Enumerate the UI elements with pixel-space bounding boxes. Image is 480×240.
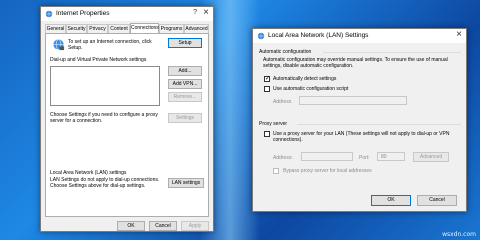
proxy-heading: Proxy server (259, 121, 288, 127)
tab-connections[interactable]: Connections (130, 23, 159, 33)
internet-globe-icon (45, 10, 53, 18)
internet-properties-window: Internet Properties ? × General Security… (40, 6, 214, 232)
port-label: Port: (359, 155, 370, 161)
auto-detect-label: Automatically detect settings (273, 76, 337, 82)
auto-config-description: Automatic configuration may override man… (263, 57, 448, 69)
use-proxy-label: Use a proxy server for your LAN (These s… (273, 131, 450, 143)
network-globe-icon (53, 39, 65, 51)
remove-button[interactable]: Remove... (168, 92, 202, 102)
tab-security[interactable]: Security (66, 24, 87, 33)
connections-list[interactable] (50, 66, 160, 106)
close-button[interactable]: × (203, 7, 209, 18)
tab-general[interactable]: General (45, 24, 66, 33)
lan-cancel-button[interactable]: Cancel (417, 195, 457, 206)
tab-privacy[interactable]: Privacy (87, 24, 108, 33)
proxy-divider (297, 124, 461, 125)
title-bar[interactable]: Internet Properties ? × (41, 7, 213, 21)
ok-button[interactable]: OK (117, 221, 145, 231)
proxy-address-label: Address: (273, 155, 293, 161)
use-proxy-checkbox[interactable] (264, 131, 270, 137)
port-input[interactable]: 80 (377, 152, 405, 161)
port-value: 80 (381, 154, 387, 160)
cancel-button[interactable]: Cancel (149, 221, 177, 231)
use-script-label: Use automatic configuration script (273, 86, 349, 92)
add-vpn-button[interactable]: Add VPN... (168, 79, 202, 89)
setup-description: To set up an Internet connection, click … (68, 39, 152, 51)
add-button[interactable]: Add... (168, 66, 202, 76)
use-script-checkbox[interactable] (264, 86, 270, 92)
tab-content[interactable]: Content (108, 24, 130, 33)
setup-button[interactable]: Setup (168, 38, 202, 48)
bypass-checkbox[interactable] (273, 168, 279, 174)
lan-close-button[interactable]: × (456, 29, 462, 40)
proxy-address-input[interactable] (301, 152, 353, 161)
script-address-label: Address (273, 99, 292, 105)
check-icon: ✓ (265, 76, 271, 82)
lan-description: LAN Settings do not apply to dial-up con… (50, 177, 160, 189)
lan-settings-button[interactable]: LAN settings (168, 178, 204, 188)
script-address-input[interactable] (299, 96, 407, 105)
window-title: Internet Properties (56, 10, 110, 17)
help-button[interactable]: ? (193, 9, 197, 16)
lan-window-title: Local Area Network (LAN) Settings (268, 32, 369, 39)
settings-button[interactable]: Settings (168, 113, 202, 123)
lan-title-bar[interactable]: Local Area Network (LAN) Settings × (253, 29, 466, 43)
lan-heading: Local Area Network (LAN) settings (50, 170, 127, 176)
dialup-heading: Dial-up and Virtual Private Network sett… (50, 57, 147, 63)
lan-settings-window: Local Area Network (LAN) Settings × Auto… (252, 28, 467, 212)
apply-button[interactable]: Apply (181, 221, 209, 231)
connections-panel: To set up an Internet connection, click … (45, 33, 209, 217)
bypass-label: Bypass proxy server for local addresses (283, 168, 372, 174)
watermark-text: wsxdn.com (442, 231, 476, 238)
tab-advanced[interactable]: Advanced (184, 24, 209, 33)
lan-globe-icon (257, 32, 265, 40)
auto-config-divider (323, 52, 461, 53)
choose-settings-text: Choose Settings if you need to configure… (50, 112, 158, 124)
advanced-button[interactable]: Advanced (413, 152, 449, 162)
auto-config-heading: Automatic configuration (259, 49, 312, 55)
lan-ok-button[interactable]: OK (371, 195, 411, 206)
auto-detect-checkbox[interactable]: ✓ (264, 76, 270, 82)
tab-programs[interactable]: Programs (159, 24, 184, 33)
